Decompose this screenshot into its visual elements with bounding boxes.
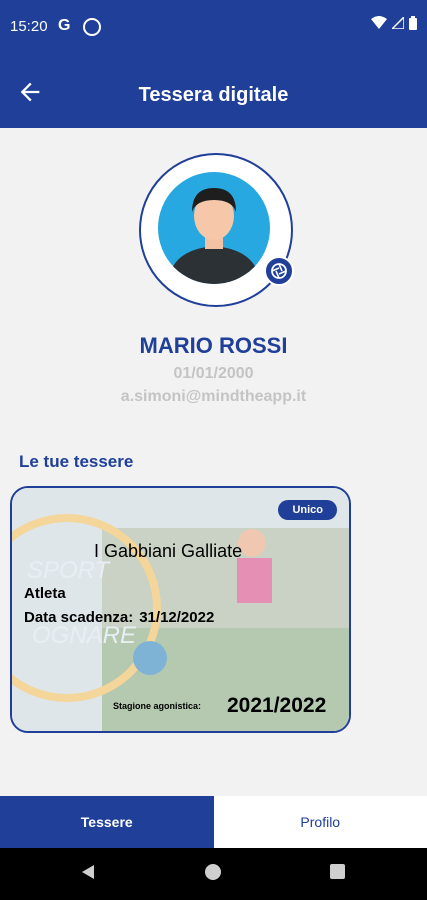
expiry-label: Data scadenza: [24, 609, 134, 626]
system-navigation-bar [0, 848, 427, 900]
avatar-frame [139, 153, 294, 307]
wifi-icon [371, 16, 387, 29]
card-type-badge: Unico [278, 500, 337, 520]
member-role: Atleta [24, 585, 66, 602]
profile-email: a.simoni@mindtheapp.it [120, 388, 307, 405]
svg-text:OGNARE: OGNARE [32, 622, 137, 649]
profile-name: MARIO ROSSI [139, 333, 288, 358]
tab-profilo[interactable]: Profilo [213, 796, 427, 848]
membership-card[interactable]: SPORT OGNARE Unico I Gabbiani Galliate A… [10, 486, 351, 733]
nav-home-icon[interactable] [205, 864, 221, 880]
tab-tessere[interactable]: Tessere [0, 796, 214, 848]
season-label: Stagione agonistica: [113, 701, 202, 711]
battery-icon [409, 16, 417, 30]
status-bar: 15:20 G [0, 0, 427, 56]
bottom-tabs: Tessere Profilo [0, 796, 427, 848]
club-name: I Gabbiani Galliate [94, 541, 243, 561]
signal-icon [392, 17, 404, 29]
nav-recents-icon[interactable] [330, 864, 345, 879]
profile-dob: 01/01/2000 [173, 365, 254, 382]
notification-icon [83, 18, 101, 36]
avatar[interactable] [158, 172, 270, 284]
system-icons [371, 16, 417, 30]
camera-icon[interactable] [264, 256, 294, 286]
season-value: 2021/2022 [227, 694, 327, 717]
section-title: Le tue tessere [19, 452, 134, 471]
app-bar: Tessera digitale [0, 56, 427, 128]
google-icon: G [58, 17, 71, 34]
nav-back-icon[interactable] [80, 864, 96, 880]
expiry-value: 31/12/2022 [139, 609, 215, 626]
person-icon [168, 188, 260, 284]
expiry-row: Data scadenza: 31/12/2022 [24, 609, 214, 626]
status-time: 15:20 [10, 18, 48, 35]
page-title: Tessera digitale [138, 84, 289, 106]
